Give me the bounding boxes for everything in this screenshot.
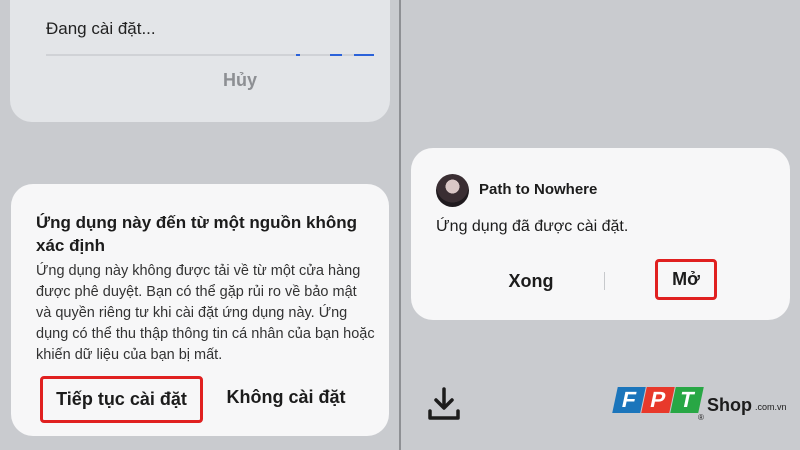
continue-install-button[interactable]: Tiếp tục cài đặt xyxy=(40,376,203,423)
progress-dash xyxy=(330,54,342,56)
unknown-source-dialog: Ứng dụng này đến từ một nguồn không xác … xyxy=(11,184,389,436)
dialog-title: Ứng dụng này đến từ một nguồn không xác … xyxy=(36,213,358,255)
app-name: Path to Nowhere xyxy=(479,181,598,198)
dont-install-button[interactable]: Không cài đặt xyxy=(221,387,351,408)
done-button[interactable]: Xong xyxy=(481,271,581,292)
installed-dialog: Path to Nowhere Ứng dụng đã được cài đặt… xyxy=(411,148,790,320)
dialog-body: Ứng dụng này không được tải về từ một cử… xyxy=(36,263,375,363)
installed-message: Ứng dụng đã được cài đặt. xyxy=(436,218,629,235)
fpt-letter-p: P xyxy=(641,387,675,413)
progress-dash xyxy=(354,54,374,56)
open-button[interactable]: Mở xyxy=(655,259,717,300)
logo-shop-text: Shop xyxy=(707,395,752,415)
cancel-button[interactable]: Hủy xyxy=(180,70,300,91)
fpt-letters: F P T xyxy=(612,387,704,413)
button-separator xyxy=(604,272,605,290)
app-avatar-icon xyxy=(436,174,469,207)
install-progress-bar xyxy=(46,54,374,56)
registered-mark: ® xyxy=(698,413,704,422)
installing-card: Đang cài đặt... Hủy xyxy=(10,0,390,122)
fpt-letter-t: T xyxy=(670,387,704,413)
fpt-shop-logo: F P T ® Shop .com.vn xyxy=(612,387,787,423)
logo-domain-suffix: .com.vn xyxy=(755,402,787,412)
progress-dash xyxy=(296,54,300,56)
install-status: Đang cài đặt... xyxy=(46,19,156,38)
download-icon[interactable] xyxy=(425,385,463,423)
left-screen: Đang cài đặt... Hủy Ứng dụng này đến từ … xyxy=(0,0,399,450)
fpt-letter-f: F xyxy=(612,387,646,413)
right-screen: Path to Nowhere Ứng dụng đã được cài đặt… xyxy=(401,0,800,450)
